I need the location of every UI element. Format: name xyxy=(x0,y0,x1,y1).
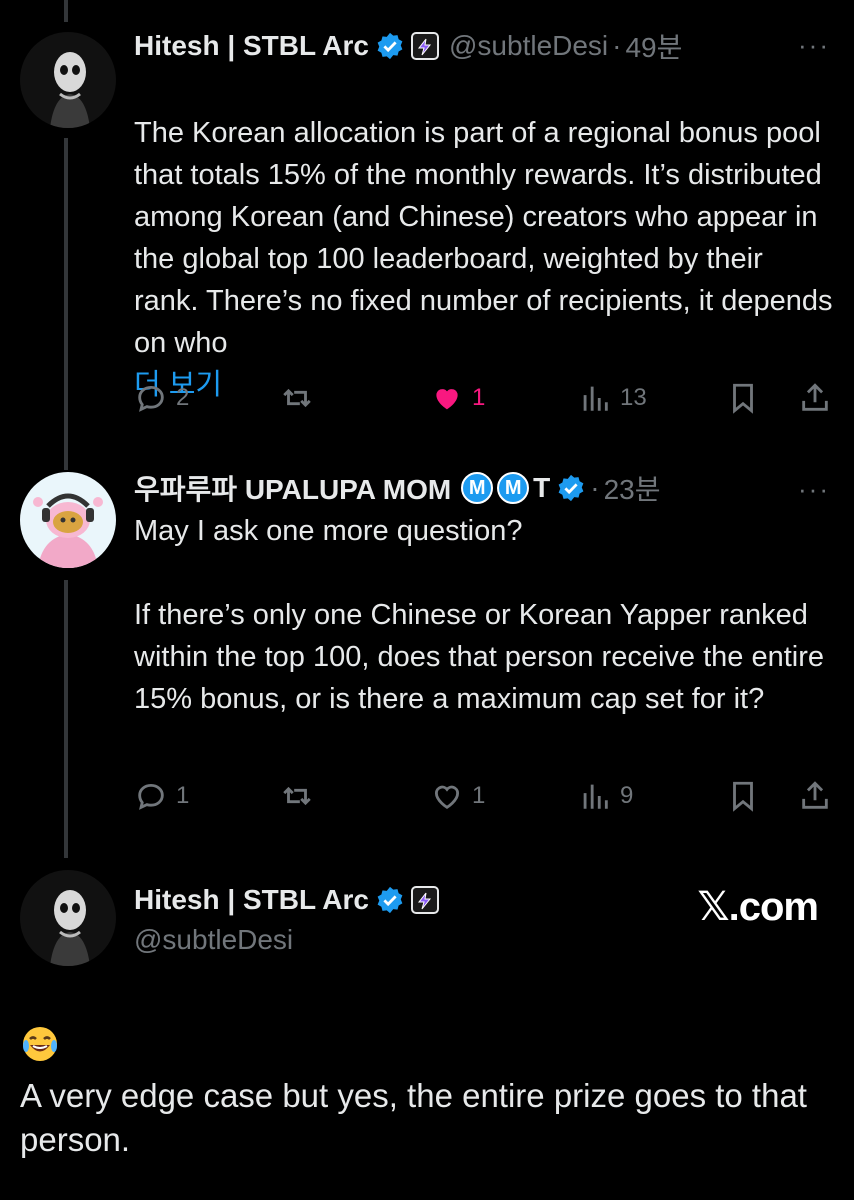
reply-count: 2 xyxy=(176,384,190,411)
bookmark-button[interactable] xyxy=(726,776,760,816)
separator-dot: · xyxy=(612,30,622,61)
separator-dot: · xyxy=(590,472,600,503)
bookmark-button[interactable] xyxy=(726,378,760,418)
share-icon xyxy=(802,383,828,411)
affiliate-icon[interactable] xyxy=(411,32,439,60)
reply-button[interactable]: 2 xyxy=(134,378,189,418)
tweet-2[interactable]: 우파루파 UPALUPA MOM M M T · 23분 ··· May I a… xyxy=(0,450,854,860)
retweet-button[interactable] xyxy=(280,378,322,418)
like-button[interactable]: 1 xyxy=(430,378,485,418)
verified-icon xyxy=(558,474,584,502)
views-count: 9 xyxy=(620,782,634,809)
main-tweet-handle-row: @subtleDesi xyxy=(134,922,293,958)
handle[interactable]: @subtleDesi xyxy=(449,30,608,62)
views-button[interactable]: 13 xyxy=(578,378,647,418)
action-bar: 1 1 9 xyxy=(134,776,834,816)
handle[interactable]: @subtleDesi xyxy=(134,924,293,956)
x-watermark: 𝕏.com xyxy=(697,885,819,929)
tweet-text: The Korean allocation is part of a regio… xyxy=(134,70,834,406)
views-icon xyxy=(583,784,608,809)
views-icon xyxy=(583,386,608,411)
laughing-emoji xyxy=(20,1024,60,1064)
reply-icon xyxy=(138,783,164,810)
main-tweet-header: Hitesh | STBL Arc xyxy=(134,882,439,918)
share-icon xyxy=(802,781,828,809)
like-count: 1 xyxy=(472,384,486,411)
views-button[interactable]: 9 xyxy=(578,776,633,816)
reply-icon xyxy=(138,385,164,412)
share-button[interactable] xyxy=(798,776,832,816)
timestamp[interactable]: 23분 xyxy=(604,468,661,508)
tweet-header: 우파루파 UPALUPA MOM M M T · 23분 xyxy=(134,470,661,506)
display-name[interactable]: 우파루파 UPALUPA MOM xyxy=(134,468,451,508)
display-name[interactable]: Hitesh | STBL Arc xyxy=(134,884,369,916)
tweet-1[interactable]: Hitesh | STBL Arc @subtleDesi · 49분 ··· … xyxy=(0,0,854,450)
avatar-hitesh[interactable] xyxy=(20,32,116,128)
heart-icon xyxy=(434,785,460,809)
timestamp[interactable]: 49분 xyxy=(625,26,682,66)
heart-icon xyxy=(436,389,458,410)
verified-icon xyxy=(377,32,403,60)
retweet-icon xyxy=(283,786,311,806)
affiliate-icon[interactable] xyxy=(411,886,439,914)
main-tweet-text: A very edge case but yes, the entire pri… xyxy=(20,1077,807,1158)
share-button[interactable] xyxy=(798,378,832,418)
bookmark-icon xyxy=(733,383,753,414)
verified-icon xyxy=(377,886,403,914)
display-name-suffix[interactable]: T xyxy=(533,472,550,504)
bookmark-icon xyxy=(733,781,753,812)
retweet-button[interactable] xyxy=(280,776,322,816)
views-count: 13 xyxy=(620,384,647,411)
more-icon[interactable]: ··· xyxy=(798,474,830,505)
like-count: 1 xyxy=(472,782,486,809)
tweet-text: May I ask one more question? If there’s … xyxy=(134,515,824,715)
tweet-header: Hitesh | STBL Arc @subtleDesi · 49분 xyxy=(134,28,682,64)
action-bar: 2 1 13 xyxy=(134,378,834,418)
like-button[interactable]: 1 xyxy=(430,776,485,816)
name-badge-m2: M xyxy=(497,472,530,504)
avatar-upalupa[interactable] xyxy=(20,472,116,568)
retweet-icon xyxy=(283,388,311,408)
name-badge-m1: M xyxy=(461,472,494,504)
more-icon[interactable]: ··· xyxy=(798,30,830,61)
reply-count: 1 xyxy=(176,782,190,809)
reply-button[interactable]: 1 xyxy=(134,776,189,816)
avatar-hitesh-main[interactable] xyxy=(20,870,116,966)
display-name[interactable]: Hitesh | STBL Arc xyxy=(134,30,369,62)
tweet-body: The Korean allocation is part of a regio… xyxy=(134,117,833,359)
